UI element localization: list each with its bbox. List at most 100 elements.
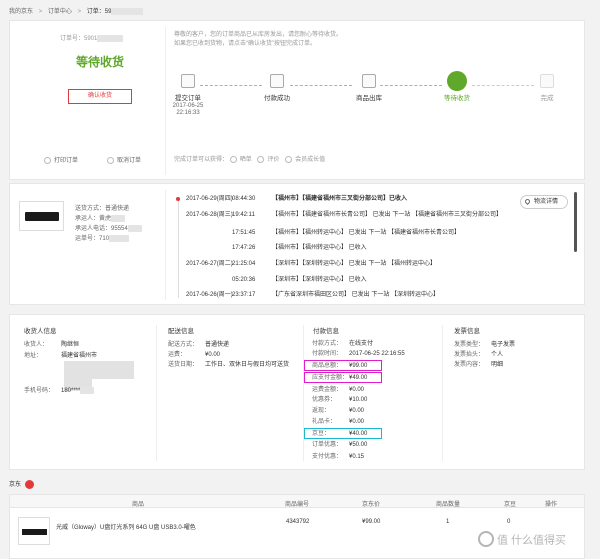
step-paid: 付款成功: [252, 74, 302, 103]
divider: [156, 325, 157, 461]
receiver-phone: 手机号码： 180****: [24, 387, 95, 395]
breadcrumb-order-center[interactable]: 订单中心: [48, 9, 72, 15]
cashback: 返现： ¥0.00: [312, 408, 365, 414]
submit-order-icon: [181, 74, 195, 88]
payment-title: 付款信息: [313, 328, 339, 335]
tracking-timeline-line: [178, 198, 179, 298]
watermark-logo-icon: [478, 531, 494, 548]
share-icon: [229, 155, 237, 163]
order-number: 订单号：5901: [60, 33, 124, 42]
tracking-divider: [165, 190, 166, 300]
item-sku: 4343792: [286, 519, 310, 525]
usb-drive-image: [25, 212, 59, 221]
receiver-title: 收货人信息: [24, 328, 57, 335]
breadcrumb: 我的京东 > 订单中心 > 订单：59: [9, 6, 144, 15]
payment-method: 付款方式： 在线支付: [312, 341, 374, 347]
col-beans: 京豆: [504, 502, 517, 508]
cancel-icon: [107, 156, 114, 164]
item-price: ¥99.00: [362, 519, 381, 525]
confirm-receipt-button[interactable]: 确认收货: [68, 89, 132, 104]
delivery-method: 配送方式： 普通快递: [168, 342, 230, 348]
order-discount: 订单优惠： ¥50.00: [312, 442, 368, 448]
step-awaiting: 等待收货: [432, 71, 482, 103]
breadcrumb-sep: >: [38, 9, 43, 15]
jd-logo-icon: [24, 479, 34, 489]
truck-icon: [447, 71, 467, 91]
payment-time: 付款时间： 2017-06-25 22:16:55: [312, 351, 405, 357]
shipping-details: 送货方式：普通快递 承运人：黄虎 承运人电话：95554 运单号：710: [75, 204, 142, 244]
shipping-method: 送货方式：普通快递: [75, 206, 130, 212]
tracking-event: 2017-06-29(周四)08:44:30 【福州市】【福建省福州市三叉街分部公…: [186, 196, 408, 202]
waybill-number: 运单号：710: [75, 234, 142, 244]
highlight-box-teal: [304, 428, 382, 439]
step-complete: 完成: [522, 74, 572, 103]
tracking-scrollbar[interactable]: [574, 192, 577, 252]
growth-icon: [285, 155, 293, 163]
payment-icon: [270, 74, 284, 88]
tracking-event: 05:20:36 【深圳市】【深圳转运中心】 已收入: [232, 277, 367, 283]
tracking-event: 2017-06-26(周一)23:37:17 【广东省深圳市福田区公司】 已发出 …: [186, 292, 440, 298]
breadcrumb-order: 订单：59: [86, 9, 112, 15]
notice-line: 如果您已收到货物，请点击“确认收货”按钮完成订单。: [174, 41, 316, 47]
address-blur: [64, 361, 134, 379]
item-beans: 0: [507, 519, 511, 525]
carrier-phone: 承运人电话：95554: [75, 224, 142, 234]
notice-text: 尊敬的客户，您的订单商品已从库房发出，请您耐心等待收货。 如果您已收到货物，请点…: [174, 31, 342, 49]
notice-line: 尊敬的客户，您的订单商品已从库房发出，请您耐心等待收货。: [174, 32, 343, 38]
col-price: 京东价: [362, 502, 381, 508]
col-ops: 操作: [545, 502, 558, 508]
location-pin-icon: [523, 197, 532, 205]
print-icon: [44, 156, 51, 164]
pay-discount: 支付优惠： ¥0.15: [312, 454, 365, 460]
highlight-box-magenta: [304, 360, 382, 371]
tracking-event: 17:47:26 【福州市】【福州转运中心】 已收入: [232, 245, 367, 251]
coupon: 优惠券： ¥10.00: [312, 397, 368, 403]
after-benefits: 完成订单可以获得： 晒单 评价 会员成长值: [174, 154, 325, 163]
highlight-box-magenta: [304, 372, 382, 383]
breadcrumb-home[interactable]: 我的京东: [9, 9, 33, 15]
col-goods: 商品: [132, 502, 145, 508]
usb-drive-image: [22, 529, 47, 535]
package-icon: [362, 74, 376, 88]
latest-event-dot: [176, 197, 180, 201]
shipping-amount: 运费金额： ¥0.00: [312, 387, 365, 393]
logistics-detail-button[interactable]: 物流详情: [520, 195, 568, 209]
cancel-order-link[interactable]: 取消订单: [107, 155, 141, 164]
after-label: 完成订单可以获得：: [174, 157, 229, 163]
item-qty: 1: [446, 519, 450, 525]
order-status: 等待收货: [75, 55, 124, 69]
breadcrumb-sep: >: [77, 9, 82, 15]
share-item[interactable]: 晒单: [229, 155, 252, 163]
divider: [303, 325, 304, 461]
tracking-event: 17:51:45 【福州市】【福州转运中心】 已发出 下一站 【福建省福州市长青公…: [232, 230, 461, 236]
col-sku: 商品编号: [285, 502, 310, 508]
invoice-head: 发票抬头： 个人: [454, 352, 504, 358]
invoice-type: 发票类型： 电子发票: [454, 342, 516, 348]
carrier: 承运人：黄虎: [75, 214, 142, 224]
item-thumbnail[interactable]: [18, 517, 50, 545]
step-outbound: 商品出库: [344, 74, 394, 103]
shop-name: 京东: [9, 479, 34, 489]
tracking-event: 2017-06-27(周二)21:25:04 【深圳市】【深圳转运中心】 已发出 …: [186, 261, 437, 267]
item-name[interactable]: 光威（Gloway）U盘灯光系列 64G U盘 USB3.0-曜色: [56, 522, 196, 531]
delivery-title: 配送信息: [168, 328, 194, 335]
print-order-link[interactable]: 打印订单: [44, 155, 78, 164]
divider: [442, 325, 443, 461]
review-icon: [257, 155, 265, 163]
delivery-date: 送货日期： 工作日、双休日与假日均可送货: [168, 362, 290, 368]
invoice-title: 发票信息: [454, 328, 480, 335]
receiver-name: 收货人： 陶继恒: [24, 342, 80, 348]
tracking-event: 2017-06-28(周三)19:42:11 【福州市】【福建省福州市长青公司】 …: [186, 212, 503, 218]
receiver-address: 地址： 福建省福州市: [24, 353, 98, 359]
growth-item[interactable]: 会员成长值: [285, 155, 325, 163]
step-submit: 提交订单 2017-06-25 22:16:33: [163, 74, 213, 117]
delivery-fee: 运费： ¥0.00: [168, 352, 221, 358]
complete-icon: [540, 74, 554, 88]
smzdm-watermark: 值 什么值得买: [478, 530, 566, 548]
invoice-content: 发票内容： 明细: [454, 362, 504, 368]
product-thumbnail[interactable]: [19, 201, 64, 231]
review-item[interactable]: 评价: [257, 155, 279, 163]
col-qty: 商品数量: [436, 502, 461, 508]
gift-card: 礼品卡： ¥0.00: [312, 419, 365, 425]
order-info-panel: 收货人信息 收货人： 陶继恒 地址： 福建省福州市 手机号码： 180**** 配送信…: [9, 314, 585, 470]
